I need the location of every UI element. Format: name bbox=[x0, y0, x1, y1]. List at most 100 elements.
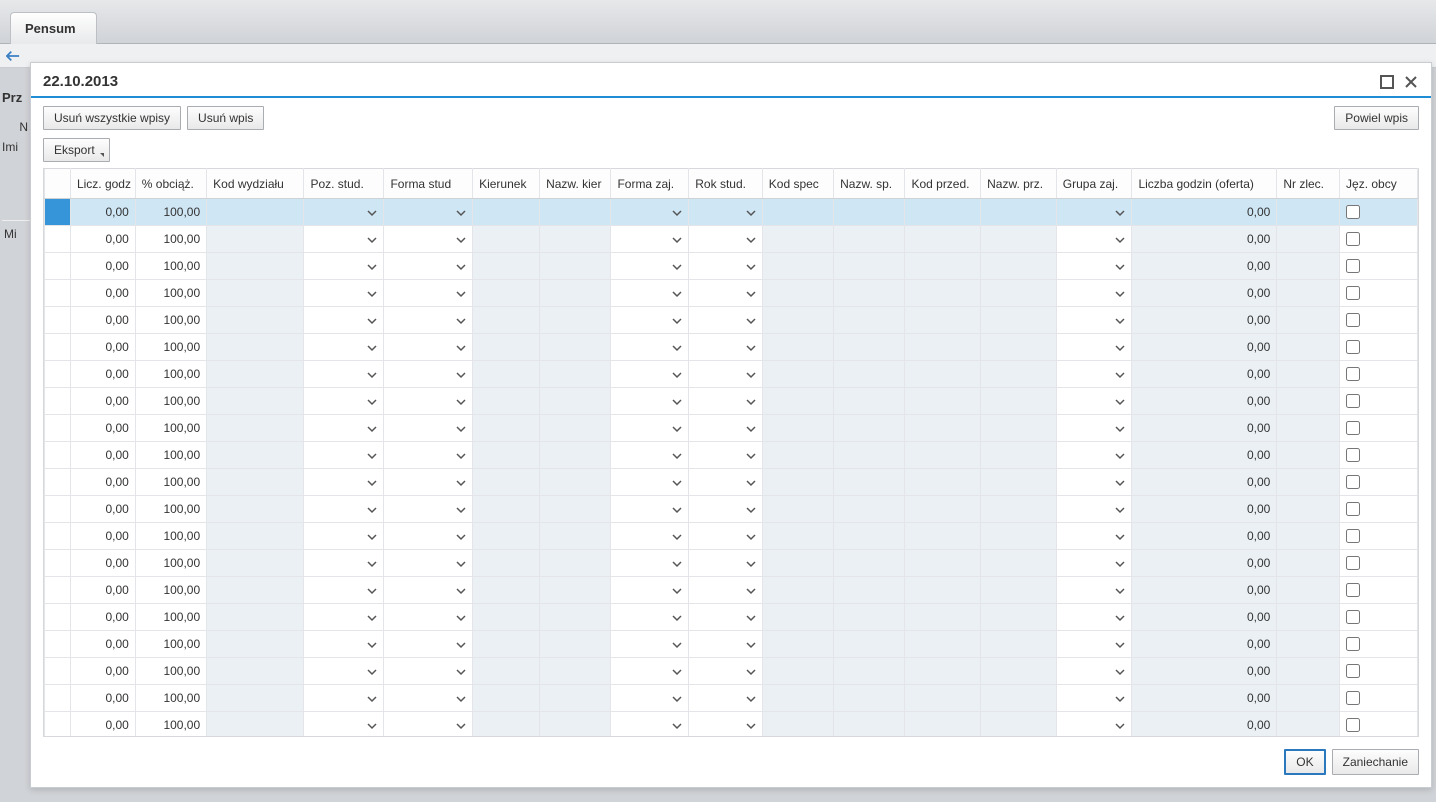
cell-forma-stud[interactable] bbox=[384, 604, 473, 631]
cell-forma-zaj[interactable] bbox=[611, 253, 689, 280]
cell-nazw-prz[interactable] bbox=[981, 199, 1057, 226]
col-poz-stud[interactable]: Poz. stud. bbox=[304, 169, 384, 199]
cell-nazw-prz[interactable] bbox=[981, 550, 1057, 577]
cell-kod-przed[interactable] bbox=[905, 577, 981, 604]
cell-kod-spec[interactable] bbox=[762, 631, 833, 658]
cell-pct-obc[interactable]: 100,00 bbox=[135, 334, 206, 361]
cell-jez-obcy[interactable] bbox=[1340, 631, 1418, 658]
cell-grupa-zaj[interactable] bbox=[1056, 550, 1132, 577]
cell-kod-spec[interactable] bbox=[762, 199, 833, 226]
cell-jez-obcy[interactable] bbox=[1340, 577, 1418, 604]
cell-kod-wydz[interactable] bbox=[207, 631, 304, 658]
cell-liczba-oferta[interactable]: 0,00 bbox=[1132, 658, 1277, 685]
table-row[interactable]: 0,00100,000,00 bbox=[45, 469, 1418, 496]
col-pct-obc[interactable]: % obciąż. bbox=[135, 169, 206, 199]
col-nazw-prz[interactable]: Nazw. prz. bbox=[981, 169, 1057, 199]
cell-pct-obc[interactable]: 100,00 bbox=[135, 280, 206, 307]
cell-forma-stud[interactable] bbox=[384, 550, 473, 577]
cell-rok-stud[interactable] bbox=[689, 442, 763, 469]
cell-licz-godz[interactable]: 0,00 bbox=[70, 334, 135, 361]
table-row[interactable]: 0,00100,000,00 bbox=[45, 550, 1418, 577]
jez-obcy-checkbox[interactable] bbox=[1346, 448, 1360, 462]
cell-nazw-sp[interactable] bbox=[834, 199, 905, 226]
cell-nr-zlec[interactable] bbox=[1277, 280, 1340, 307]
cell-poz-stud[interactable] bbox=[304, 415, 384, 442]
cell-nazw-sp[interactable] bbox=[834, 496, 905, 523]
cell-kierunek[interactable] bbox=[473, 604, 540, 631]
cell-kierunek[interactable] bbox=[473, 523, 540, 550]
cell-poz-stud[interactable] bbox=[304, 631, 384, 658]
cell-poz-stud[interactable] bbox=[304, 361, 384, 388]
cell-nazw-kier[interactable] bbox=[540, 631, 611, 658]
cell-kod-przed[interactable] bbox=[905, 442, 981, 469]
cell-kod-przed[interactable] bbox=[905, 631, 981, 658]
table-row[interactable]: 0,00100,000,00 bbox=[45, 307, 1418, 334]
cell-rok-stud[interactable] bbox=[689, 280, 763, 307]
row-selector[interactable] bbox=[45, 388, 71, 415]
cell-nazw-prz[interactable] bbox=[981, 712, 1057, 738]
cell-kierunek[interactable] bbox=[473, 415, 540, 442]
cell-rok-stud[interactable] bbox=[689, 631, 763, 658]
cell-kod-przed[interactable] bbox=[905, 550, 981, 577]
cell-nazw-prz[interactable] bbox=[981, 253, 1057, 280]
cell-poz-stud[interactable] bbox=[304, 658, 384, 685]
cell-forma-zaj[interactable] bbox=[611, 523, 689, 550]
cell-nazw-prz[interactable] bbox=[981, 523, 1057, 550]
col-nr-zlec[interactable]: Nr zlec. bbox=[1277, 169, 1340, 199]
cell-rok-stud[interactable] bbox=[689, 685, 763, 712]
jez-obcy-checkbox[interactable] bbox=[1346, 718, 1360, 732]
cell-licz-godz[interactable]: 0,00 bbox=[70, 253, 135, 280]
cell-poz-stud[interactable] bbox=[304, 307, 384, 334]
maximize-icon[interactable] bbox=[1379, 75, 1395, 89]
cell-kierunek[interactable] bbox=[473, 307, 540, 334]
col-grupa-zaj[interactable]: Grupa zaj. bbox=[1056, 169, 1132, 199]
cell-nazw-prz[interactable] bbox=[981, 307, 1057, 334]
cell-nr-zlec[interactable] bbox=[1277, 253, 1340, 280]
col-kod-spec[interactable]: Kod spec bbox=[762, 169, 833, 199]
row-selector[interactable] bbox=[45, 496, 71, 523]
cell-nazw-sp[interactable] bbox=[834, 469, 905, 496]
cell-licz-godz[interactable]: 0,00 bbox=[70, 496, 135, 523]
cell-forma-stud[interactable] bbox=[384, 388, 473, 415]
cell-nazw-prz[interactable] bbox=[981, 280, 1057, 307]
cell-kierunek[interactable] bbox=[473, 361, 540, 388]
cell-forma-stud[interactable] bbox=[384, 415, 473, 442]
jez-obcy-checkbox[interactable] bbox=[1346, 286, 1360, 300]
cell-nr-zlec[interactable] bbox=[1277, 334, 1340, 361]
cell-jez-obcy[interactable] bbox=[1340, 415, 1418, 442]
cell-kod-wydz[interactable] bbox=[207, 334, 304, 361]
cell-forma-zaj[interactable] bbox=[611, 226, 689, 253]
cell-poz-stud[interactable] bbox=[304, 685, 384, 712]
cell-forma-stud[interactable] bbox=[384, 469, 473, 496]
table-row[interactable]: 0,00100,000,00 bbox=[45, 253, 1418, 280]
cell-kod-spec[interactable] bbox=[762, 604, 833, 631]
cell-liczba-oferta[interactable]: 0,00 bbox=[1132, 550, 1277, 577]
table-row[interactable]: 0,00100,000,00 bbox=[45, 361, 1418, 388]
cell-nr-zlec[interactable] bbox=[1277, 388, 1340, 415]
cell-nazw-sp[interactable] bbox=[834, 253, 905, 280]
grid-table[interactable]: Licz. godz % obciąż. Kod wydziału Poz. s… bbox=[43, 168, 1419, 737]
cell-rok-stud[interactable] bbox=[689, 658, 763, 685]
cell-nazw-sp[interactable] bbox=[834, 442, 905, 469]
col-forma-zaj[interactable]: Forma zaj. bbox=[611, 169, 689, 199]
cell-nr-zlec[interactable] bbox=[1277, 307, 1340, 334]
cell-liczba-oferta[interactable]: 0,00 bbox=[1132, 631, 1277, 658]
cell-pct-obc[interactable]: 100,00 bbox=[135, 199, 206, 226]
cell-kod-przed[interactable] bbox=[905, 307, 981, 334]
cell-kierunek[interactable] bbox=[473, 685, 540, 712]
cell-pct-obc[interactable]: 100,00 bbox=[135, 604, 206, 631]
cell-forma-zaj[interactable] bbox=[611, 361, 689, 388]
cell-rok-stud[interactable] bbox=[689, 469, 763, 496]
cell-nazw-kier[interactable] bbox=[540, 496, 611, 523]
row-selector[interactable] bbox=[45, 712, 71, 738]
cell-kod-przed[interactable] bbox=[905, 226, 981, 253]
cell-rok-stud[interactable] bbox=[689, 415, 763, 442]
cell-kod-przed[interactable] bbox=[905, 199, 981, 226]
cell-kod-wydz[interactable] bbox=[207, 469, 304, 496]
table-row[interactable]: 0,00100,000,00 bbox=[45, 712, 1418, 738]
cell-nr-zlec[interactable] bbox=[1277, 199, 1340, 226]
cell-forma-stud[interactable] bbox=[384, 307, 473, 334]
cell-kod-przed[interactable] bbox=[905, 712, 981, 738]
cell-forma-zaj[interactable] bbox=[611, 685, 689, 712]
cell-nazw-sp[interactable] bbox=[834, 226, 905, 253]
